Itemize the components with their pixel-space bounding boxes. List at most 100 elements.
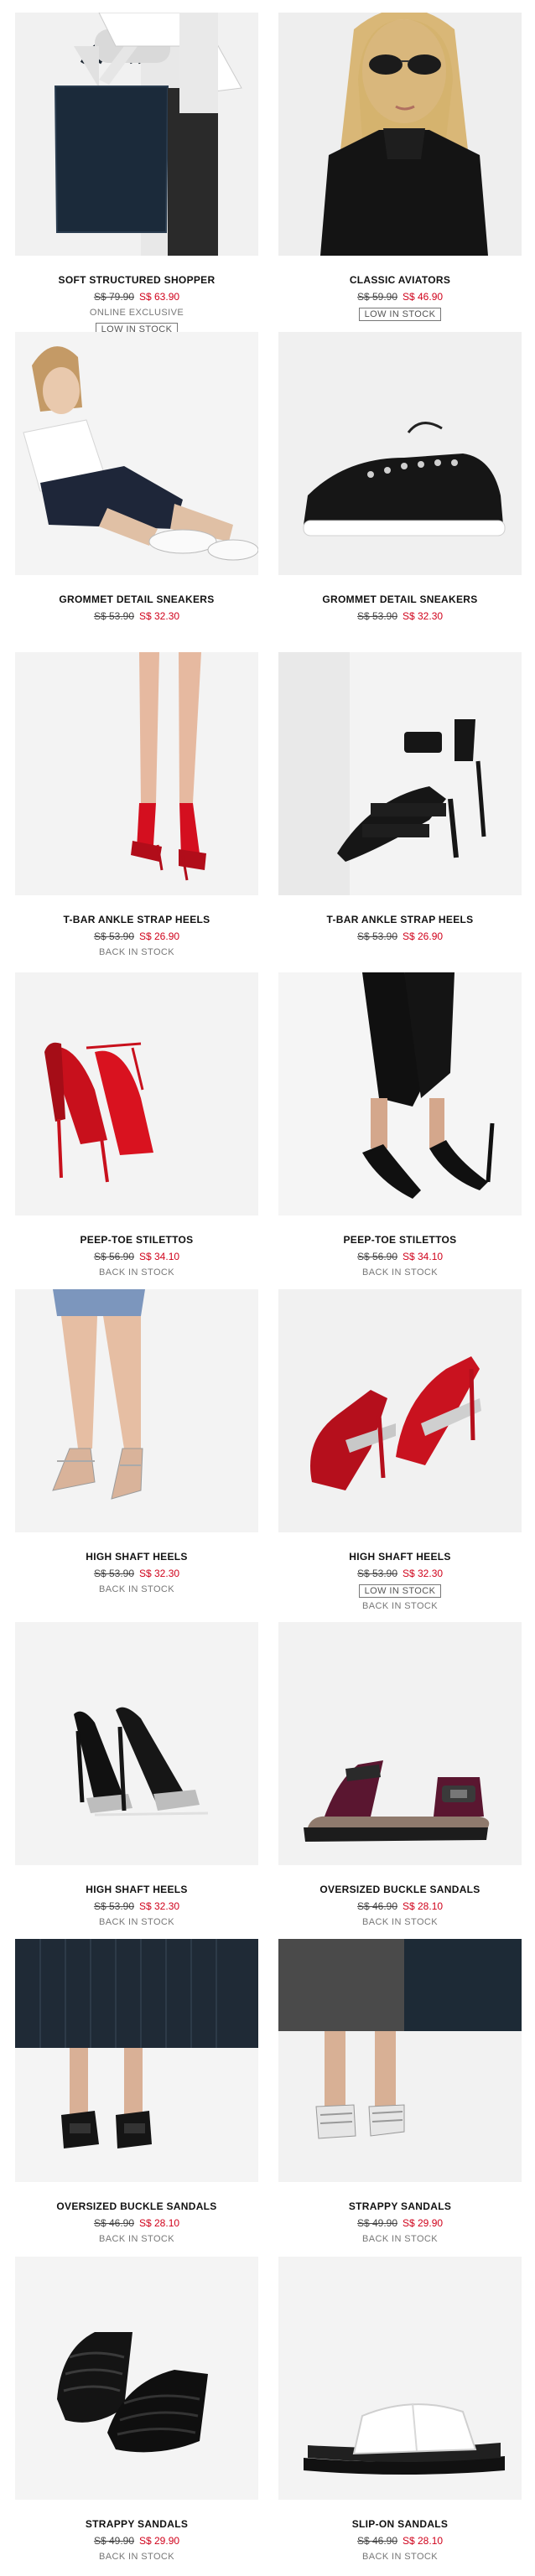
product-price: S$ 53.90 S$ 32.30 [15,1568,258,1579]
sale-price: S$ 32.30 [139,610,180,622]
product-price: S$ 53.90 S$ 26.90 [15,930,258,942]
product-card[interactable]: CLASSIC AVIATORS S$ 59.90 S$ 46.90 LOW IN… [278,13,522,321]
back-in-stock-label: BACK IN STOCK [99,2552,174,2562]
original-price: S$ 53.90 [356,610,397,622]
sale-price: S$ 32.30 [403,610,444,622]
product-name[interactable]: STRAPPY SANDALS [278,2200,522,2212]
product-card[interactable]: OVERSIZED BUCKLE SANDALS S$ 46.90 S$ 28.1… [15,1939,258,2244]
back-in-stock-label: BACK IN STOCK [362,2552,438,2562]
product-card[interactable]: STRAPPY SANDALS S$ 49.90 S$ 29.90 BACK IN… [278,1939,522,2244]
product-image[interactable] [15,2257,258,2500]
product-price: S$ 53.90 S$ 32.30 [15,1900,258,1912]
sale-price: S$ 28.10 [403,2535,444,2547]
product-price: S$ 46.90 S$ 28.10 [15,2217,258,2229]
product-name[interactable]: PEEP-TOE STILETTOS [278,1234,522,1246]
product-image[interactable] [15,332,258,575]
product-image[interactable] [278,1289,522,1532]
product-image[interactable] [15,1939,258,2182]
original-price: S$ 53.90 [93,930,134,942]
online-exclusive-label: ONLINE EXCLUSIVE [89,308,184,318]
product-price: S$ 56.90 S$ 34.10 [278,1251,522,1262]
sale-price: S$ 32.30 [403,1568,444,1579]
product-image[interactable] [15,1289,258,1532]
original-price: S$ 53.90 [93,1900,134,1912]
product-name[interactable]: OVERSIZED BUCKLE SANDALS [15,2200,258,2212]
back-in-stock-label: BACK IN STOCK [99,2234,174,2244]
product-image[interactable] [278,1622,522,1865]
product-card[interactable]: PEEP-TOE STILETTOS S$ 56.90 S$ 34.10 BACK… [15,972,258,1278]
product-card[interactable]: HIGH SHAFT HEELS S$ 53.90 S$ 32.30 LOW IN… [278,1289,522,1611]
back-in-stock-label: BACK IN STOCK [99,1917,174,1927]
original-price: S$ 53.90 [356,930,397,942]
product-name[interactable]: OVERSIZED BUCKLE SANDALS [278,1884,522,1895]
original-price: S$ 49.90 [93,2535,134,2547]
product-image[interactable] [278,1939,522,2182]
original-price: S$ 46.90 [93,2217,134,2229]
product-card[interactable]: STRAPPY SANDALS S$ 49.90 S$ 29.90 BACK IN… [15,2257,258,2562]
product-image[interactable] [278,2257,522,2500]
back-in-stock-label: BACK IN STOCK [362,1267,438,1278]
product-card[interactable]: OVERSIZED BUCKLE SANDALS S$ 46.90 S$ 28.1… [278,1622,522,1927]
sale-price: S$ 46.90 [403,291,444,303]
product-price: S$ 49.90 S$ 29.90 [15,2535,258,2547]
sale-price: S$ 34.10 [139,1251,180,1262]
product-name[interactable]: CLASSIC AVIATORS [278,274,522,286]
product-image[interactable] [15,1622,258,1865]
sale-price: S$ 28.10 [139,2217,180,2229]
original-price: S$ 56.90 [93,1251,134,1262]
sale-price: S$ 26.90 [403,930,444,942]
back-in-stock-label: BACK IN STOCK [362,2234,438,2244]
product-name[interactable]: GROMMET DETAIL SNEAKERS [278,593,522,605]
product-card[interactable]: HIGH SHAFT HEELS S$ 53.90 S$ 32.30 BACK I… [15,1622,258,1927]
product-card[interactable]: GROMMET DETAIL SNEAKERS S$ 53.90 S$ 32.30 [15,332,258,622]
product-price: S$ 53.90 S$ 32.30 [278,1568,522,1579]
product-price: S$ 53.90 S$ 32.30 [278,610,522,622]
product-name[interactable]: HIGH SHAFT HEELS [278,1551,522,1563]
original-price: S$ 56.90 [356,1251,397,1262]
product-card[interactable]: PEEP-TOE STILETTOS S$ 56.90 S$ 34.10 BACK… [278,972,522,1278]
original-price: S$ 53.90 [93,1568,134,1579]
sale-price: S$ 29.90 [139,2535,180,2547]
product-price: S$ 46.90 S$ 28.10 [278,2535,522,2547]
product-price: S$ 79.90 S$ 63.90 [15,291,258,303]
original-price: S$ 49.90 [356,2217,397,2229]
product-price: S$ 56.90 S$ 34.10 [15,1251,258,1262]
product-image[interactable] [15,13,258,256]
back-in-stock-label: BACK IN STOCK [99,1584,174,1594]
product-image[interactable] [278,972,522,1215]
product-name[interactable]: STRAPPY SANDALS [15,2518,258,2530]
product-price: S$ 59.90 S$ 46.90 [278,291,522,303]
product-image[interactable] [278,652,522,895]
product-card[interactable]: SOFT STRUCTURED SHOPPER S$ 79.90 S$ 63.90… [15,13,258,336]
sale-price: S$ 32.30 [139,1568,180,1579]
product-image[interactable] [15,652,258,895]
product-card[interactable]: T-BAR ANKLE STRAP HEELS S$ 53.90 S$ 26.90… [15,652,258,957]
sale-price: S$ 32.30 [139,1900,180,1912]
sale-price: S$ 26.90 [139,930,180,942]
sale-price: S$ 34.10 [403,1251,444,1262]
original-price: S$ 46.90 [356,2535,397,2547]
product-name[interactable]: GROMMET DETAIL SNEAKERS [15,593,258,605]
product-image[interactable] [15,972,258,1215]
product-name[interactable]: T-BAR ANKLE STRAP HEELS [15,914,258,925]
product-card[interactable]: HIGH SHAFT HEELS S$ 53.90 S$ 32.30 BACK I… [15,1289,258,1594]
original-price: S$ 46.90 [356,1900,397,1912]
original-price: S$ 53.90 [93,610,134,622]
product-name[interactable]: SLIP-ON SANDALS [278,2518,522,2530]
product-name[interactable]: PEEP-TOE STILETTOS [15,1234,258,1246]
original-price: S$ 79.90 [93,291,134,303]
back-in-stock-label: BACK IN STOCK [362,1917,438,1927]
product-name[interactable]: HIGH SHAFT HEELS [15,1884,258,1895]
product-image[interactable] [278,13,522,256]
back-in-stock-label: BACK IN STOCK [99,947,174,957]
product-card[interactable]: GROMMET DETAIL SNEAKERS S$ 53.90 S$ 32.30 [278,332,522,622]
product-name[interactable]: HIGH SHAFT HEELS [15,1551,258,1563]
low-stock-badge: LOW IN STOCK [358,1584,442,1598]
product-price: S$ 53.90 S$ 26.90 [278,930,522,942]
product-name[interactable]: SOFT STRUCTURED SHOPPER [15,274,258,286]
product-card[interactable]: T-BAR ANKLE STRAP HEELS S$ 53.90 S$ 26.90 [278,652,522,942]
product-image[interactable] [278,332,522,575]
product-price: S$ 53.90 S$ 32.30 [15,610,258,622]
product-name[interactable]: T-BAR ANKLE STRAP HEELS [278,914,522,925]
product-card[interactable]: SLIP-ON SANDALS S$ 46.90 S$ 28.10 BACK IN… [278,2257,522,2562]
